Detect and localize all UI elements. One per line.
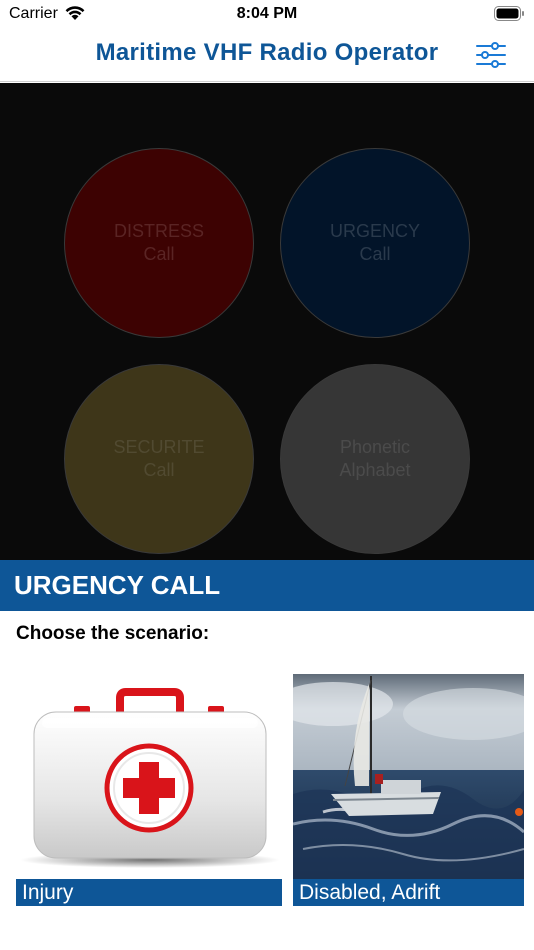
securite-call-button[interactable]: SECURITE Call — [64, 364, 254, 554]
first-aid-kit-image — [20, 688, 280, 868]
securite-label-line2: Call — [143, 460, 175, 480]
urgency-label-line2: Call — [359, 244, 391, 264]
section-header: URGENCY CALL — [0, 560, 534, 611]
status-bar: Carrier 8:04 PM — [0, 0, 534, 28]
section-title: URGENCY CALL — [14, 570, 221, 600]
scenario-prompt: Choose the scenario: — [16, 623, 210, 644]
distress-label-line1: DISTRESS — [113, 221, 205, 241]
phonetic-label-line1: Phonetic — [339, 437, 411, 457]
phonetic-alphabet-button[interactable]: Phonetic Alphabet — [280, 364, 470, 554]
scenario-card-disabled-adrift[interactable]: Disabled, Adrift — [293, 674, 524, 906]
battery-icon — [494, 6, 524, 21]
scenario-label-injury: Injury — [16, 879, 282, 906]
distress-label-line2: Call — [143, 244, 175, 264]
phonetic-label-line2: Alphabet — [339, 460, 411, 480]
distress-call-button[interactable]: DISTRESS Call — [64, 148, 254, 338]
app-title: Maritime VHF Radio Operator — [95, 39, 439, 66]
scenario-label-disabled-adrift: Disabled, Adrift — [293, 879, 524, 906]
sailboat-image — [293, 674, 524, 879]
urgency-call-button[interactable]: URGENCY Call — [280, 148, 470, 338]
clock: 8:04 PM — [236, 5, 298, 22]
scenario-card-injury[interactable]: Injury — [16, 674, 282, 906]
main-menu: DISTRESS Call URGENCY Call SECURITE Call… — [0, 83, 534, 560]
securite-label-line1: SECURITE — [113, 437, 205, 457]
urgency-label-line1: URGENCY — [329, 221, 420, 241]
sliders-icon[interactable] — [475, 41, 507, 69]
navigation-bar: Maritime VHF Radio Operator — [0, 28, 534, 82]
